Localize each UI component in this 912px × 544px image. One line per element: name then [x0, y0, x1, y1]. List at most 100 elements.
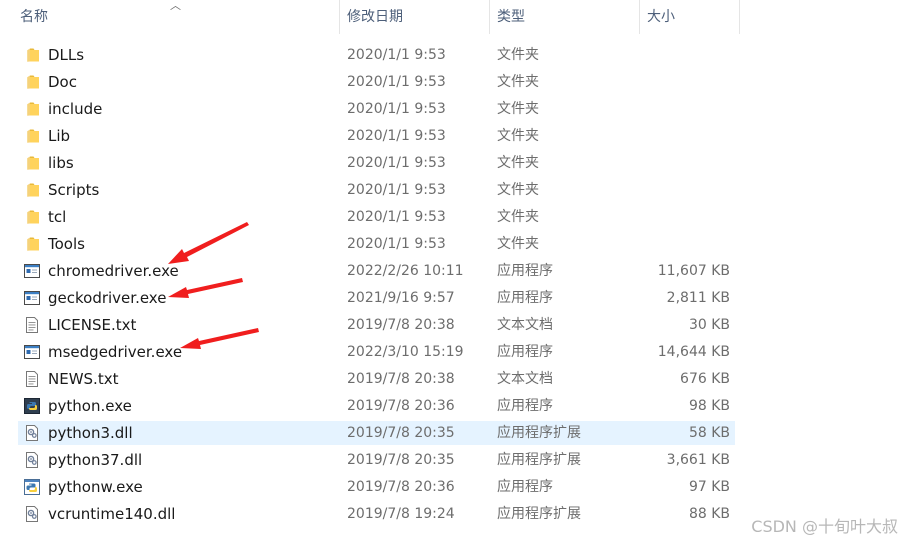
file-name: Tools [48, 235, 85, 253]
file-size: 676 KB [680, 371, 730, 387]
file-type: 文件夹 [497, 101, 539, 117]
file-modified-date: 2022/2/26 10:11 [347, 263, 464, 279]
file-modified-date: 2020/1/1 9:53 [347, 209, 446, 225]
file-modified-date: 2021/9/16 9:57 [347, 290, 455, 306]
file-type: 文本文档 [497, 371, 553, 387]
file-row[interactable]: python3.dll 2019/7/8 20:35 应用程序扩展 58 KB [18, 421, 735, 445]
file-modified-date: 2020/1/1 9:53 [347, 101, 446, 117]
folder-icon [24, 182, 40, 198]
file-modified-date: 2020/1/1 9:53 [347, 47, 446, 63]
file-name: include [48, 100, 103, 118]
file-name: DLLs [48, 46, 85, 64]
file-modified-date: 2019/7/8 20:36 [347, 479, 455, 495]
dll-gear-icon [24, 425, 40, 441]
file-name: chromedriver.exe [48, 262, 179, 280]
file-row[interactable]: include 2020/1/1 9:53 文件夹 [18, 97, 735, 121]
file-row[interactable]: Tools 2020/1/1 9:53 文件夹 [18, 232, 735, 256]
file-size: 3,661 KB [666, 452, 730, 468]
file-row[interactable]: libs 2020/1/1 9:53 文件夹 [18, 151, 735, 175]
folder-icon [24, 101, 40, 117]
application-icon [24, 263, 40, 279]
file-size: 88 KB [688, 506, 730, 522]
file-row[interactable]: python.exe 2019/7/8 20:36 应用程序 98 KB [18, 394, 735, 418]
dll-gear-icon [24, 452, 40, 468]
file-row[interactable]: DLLs 2020/1/1 9:53 文件夹 [18, 43, 735, 67]
column-header-size[interactable]: 大小 [641, 0, 739, 34]
file-row[interactable]: tcl 2020/1/1 9:53 文件夹 [18, 205, 735, 229]
file-type: 应用程序 [497, 344, 553, 360]
file-name: NEWS.txt [48, 370, 119, 388]
file-name: python3.dll [48, 424, 133, 442]
file-row[interactable]: vcruntime140.dll 2019/7/8 19:24 应用程序扩展 88 K… [18, 502, 735, 526]
file-row[interactable]: Doc 2020/1/1 9:53 文件夹 [18, 70, 735, 94]
pythonw-exe-icon [24, 479, 40, 495]
file-modified-date: 2022/3/10 15:19 [347, 344, 464, 360]
file-type: 文本文档 [497, 317, 553, 333]
file-row[interactable]: NEWS.txt 2019/7/8 20:38 文本文档 676 KB [18, 367, 735, 391]
python-exe-icon [24, 398, 40, 414]
column-header-date[interactable]: 修改日期 [341, 0, 489, 34]
file-modified-date: 2019/7/8 20:35 [347, 425, 455, 441]
file-modified-date: 2020/1/1 9:53 [347, 128, 446, 144]
file-name: tcl [48, 208, 67, 226]
file-type: 文件夹 [497, 182, 539, 198]
file-type: 应用程序 [497, 398, 553, 414]
folder-icon [24, 47, 40, 63]
file-size: 58 KB [688, 425, 730, 441]
column-divider[interactable] [489, 0, 490, 34]
file-row[interactable]: geckodriver.exe 2021/9/16 9:57 应用程序 2,811 K… [18, 286, 735, 310]
file-name: python37.dll [48, 451, 143, 469]
file-modified-date: 2020/1/1 9:53 [347, 74, 446, 90]
column-divider[interactable] [339, 0, 340, 34]
file-type: 文件夹 [497, 236, 539, 252]
file-size: 97 KB [688, 479, 730, 495]
folder-icon [24, 236, 40, 252]
file-modified-date: 2020/1/1 9:53 [347, 182, 446, 198]
file-name: Doc [48, 73, 77, 91]
file-size: 11,607 KB [657, 263, 730, 279]
file-name: python.exe [48, 397, 132, 415]
file-size: 2,811 KB [666, 290, 730, 306]
file-name: libs [48, 154, 74, 172]
watermark: CSDN @十旬叶大叔 [751, 517, 898, 536]
file-type: 应用程序 [497, 263, 553, 279]
column-divider[interactable] [639, 0, 640, 34]
text-document-icon [24, 371, 40, 387]
file-row[interactable]: msedgedriver.exe 2022/3/10 15:19 应用程序 14,64… [18, 340, 735, 364]
file-type: 文件夹 [497, 74, 539, 90]
sort-ascending-icon: ︿ [170, 0, 181, 12]
file-type: 应用程序扩展 [497, 425, 581, 441]
text-document-icon [24, 317, 40, 333]
column-header-bar: 名称 ︿ 修改日期 类型 大小 [0, 0, 912, 34]
file-name: LICENSE.txt [48, 316, 137, 334]
column-header-type[interactable]: 类型 [491, 0, 639, 34]
file-row[interactable]: chromedriver.exe 2022/2/26 10:11 应用程序 11,60… [18, 259, 735, 283]
file-row[interactable]: Lib 2020/1/1 9:53 文件夹 [18, 124, 735, 148]
file-row[interactable]: pythonw.exe 2019/7/8 20:36 应用程序 97 KB [18, 475, 735, 499]
file-type: 文件夹 [497, 128, 539, 144]
file-modified-date: 2019/7/8 19:24 [347, 506, 455, 522]
application-icon [24, 290, 40, 306]
folder-icon [24, 128, 40, 144]
file-row[interactable]: LICENSE.txt 2019/7/8 20:38 文本文档 30 KB [18, 313, 735, 337]
folder-icon [24, 155, 40, 171]
file-modified-date: 2020/1/1 9:53 [347, 236, 446, 252]
file-size: 30 KB [688, 317, 730, 333]
file-row[interactable]: python37.dll 2019/7/8 20:35 应用程序扩展 3,661 KB [18, 448, 735, 472]
file-type: 文件夹 [497, 47, 539, 63]
file-type: 应用程序扩展 [497, 452, 581, 468]
file-name: Lib [48, 127, 71, 145]
file-name: Scripts [48, 181, 100, 199]
file-type: 文件夹 [497, 209, 539, 225]
application-icon [24, 344, 40, 360]
folder-icon [24, 209, 40, 225]
file-row[interactable]: Scripts 2020/1/1 9:53 文件夹 [18, 178, 735, 202]
file-modified-date: 2019/7/8 20:35 [347, 452, 455, 468]
folder-icon [24, 74, 40, 90]
file-type: 应用程序 [497, 479, 553, 495]
file-type: 文件夹 [497, 155, 539, 171]
file-size: 98 KB [688, 398, 730, 414]
file-modified-date: 2019/7/8 20:36 [347, 398, 455, 414]
column-divider[interactable] [739, 0, 740, 34]
file-type: 应用程序 [497, 290, 553, 306]
